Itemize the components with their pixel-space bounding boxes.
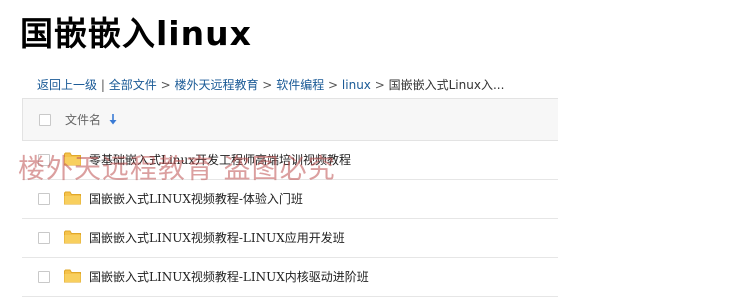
breadcrumb-all-files-link[interactable]: 全部文件 — [109, 78, 157, 92]
column-header-filename[interactable]: 文件名 — [65, 111, 101, 129]
breadcrumb: 返回上一级 | 全部文件 > 楼外天远程教育 > 软件编程 > linux > … — [37, 76, 504, 94]
breadcrumb-separator: | — [100, 78, 105, 92]
breadcrumb-separator: > — [160, 78, 171, 92]
breadcrumb-programming-link[interactable]: 软件编程 — [276, 78, 324, 92]
folder-icon — [64, 230, 81, 244]
breadcrumb-separator: > — [262, 78, 273, 92]
breadcrumb-separator: > — [374, 78, 385, 92]
page: 国嵌嵌入linux 返回上一级 | 全部文件 > 楼外天远程教育 > 软件编程 … — [0, 0, 750, 302]
breadcrumb-separator: > — [328, 78, 339, 92]
list-header: 文件名 — [22, 98, 558, 141]
row-checkbox[interactable] — [38, 193, 50, 205]
folder-icon — [64, 269, 81, 283]
file-name-link[interactable]: 国嵌嵌入式LINUX视频教程-LINUX内核驱动进阶班 — [89, 268, 369, 286]
sort-down-arrow-icon[interactable] — [109, 113, 117, 125]
row-checkbox[interactable] — [38, 232, 50, 244]
file-name-link[interactable]: 国嵌嵌入式LINUX视频教程-体验入门班 — [89, 190, 303, 208]
list-item[interactable]: 国嵌嵌入式LINUX视频教程-体验入门班 — [22, 180, 558, 219]
list-item[interactable]: 零基础嵌入式Linux开发工程师高端培训视频教程 — [22, 141, 558, 180]
folder-icon — [64, 152, 81, 166]
row-checkbox[interactable] — [38, 271, 50, 283]
breadcrumb-current: 国嵌嵌入式Linux入... — [388, 78, 505, 92]
file-name-link[interactable]: 零基础嵌入式Linux开发工程师高端培训视频教程 — [89, 151, 351, 169]
list-item[interactable]: 国嵌嵌入式LINUX视频教程-LINUX应用开发班 — [22, 219, 558, 258]
list-item[interactable]: 国嵌嵌入式LINUX视频教程-LINUX内核驱动进阶班 — [22, 258, 558, 297]
folder-icon — [64, 191, 81, 205]
breadcrumb-back-link[interactable]: 返回上一级 — [37, 78, 97, 92]
page-title: 国嵌嵌入linux — [20, 14, 252, 53]
breadcrumb-linux-link[interactable]: linux — [342, 78, 371, 92]
file-list: 文件名 零基础嵌入式Linux开发工程师高端培训视频教程 国嵌嵌入式LINUX视… — [22, 98, 558, 297]
file-name-link[interactable]: 国嵌嵌入式LINUX视频教程-LINUX应用开发班 — [89, 229, 345, 247]
row-checkbox[interactable] — [38, 154, 50, 166]
select-all-checkbox[interactable] — [39, 114, 51, 126]
breadcrumb-education-link[interactable]: 楼外天远程教育 — [174, 78, 258, 92]
